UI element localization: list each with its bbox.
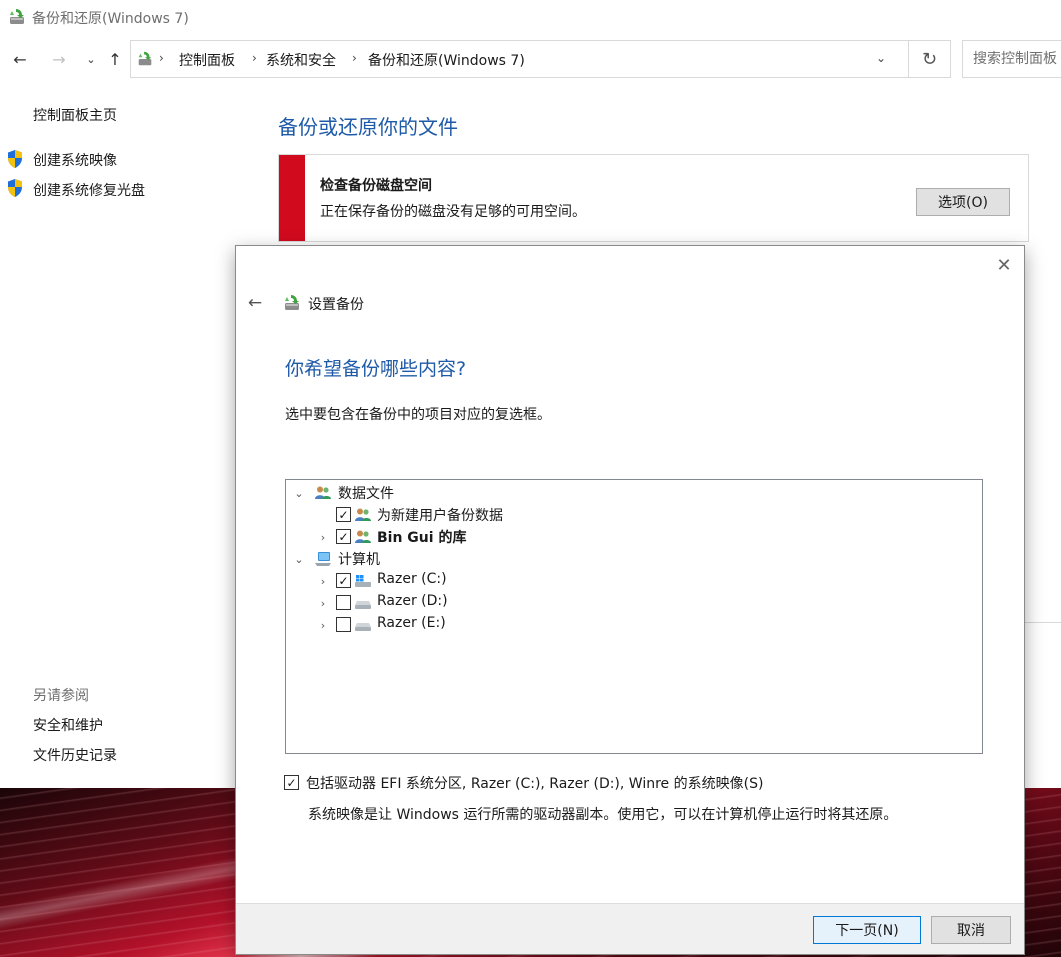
- section-divider: [1024, 622, 1061, 623]
- dialog-instruction: 选中要包含在备份中的项目对应的复选框。: [285, 407, 551, 423]
- search-input[interactable]: [963, 41, 1061, 77]
- close-icon[interactable]: ✕: [993, 254, 1015, 276]
- refresh-icon: ↻: [921, 48, 938, 70]
- chevron-down-icon[interactable]: ⌄: [292, 486, 306, 500]
- system-image-label[interactable]: 包括驱动器 EFI 系统分区, Razer (C:), Razer (D:), …: [306, 773, 763, 793]
- address-dropdown-chevron-icon[interactable]: ⌄: [876, 51, 886, 65]
- file-history-link[interactable]: 文件历史记录: [33, 745, 117, 765]
- tree-node-data-files[interactable]: ⌄ 数据文件: [286, 482, 982, 504]
- recent-locations-chevron-icon[interactable]: ⌄: [80, 48, 102, 70]
- tree-label: Razer (D:): [377, 593, 448, 609]
- cancel-button[interactable]: 取消: [931, 916, 1011, 944]
- tree-node-drive-d[interactable]: › Razer (D:): [286, 592, 982, 614]
- system-image-checkbox[interactable]: ✓: [284, 775, 299, 790]
- page-heading: 备份或还原你的文件: [278, 115, 458, 139]
- chevron-down-icon[interactable]: ⌄: [292, 552, 306, 566]
- forward-arrow-icon[interactable]: →: [48, 48, 70, 70]
- search-box[interactable]: [962, 40, 1061, 78]
- backup-restore-icon: [282, 293, 302, 313]
- create-system-image-link[interactable]: 创建系统映像: [33, 150, 117, 170]
- breadcrumb-control-panel[interactable]: 控制面板: [179, 50, 235, 70]
- checkbox-user-libraries[interactable]: ✓: [336, 529, 351, 544]
- control-panel-icon: [136, 50, 154, 68]
- checkbox-drive-e[interactable]: [336, 617, 351, 632]
- chevron-right-icon[interactable]: ›: [316, 596, 330, 610]
- chevron-right-icon[interactable]: ›: [316, 530, 330, 544]
- tree-node-drive-c[interactable]: › ✓ Razer (C:): [286, 570, 982, 592]
- checkbox-drive-c[interactable]: ✓: [336, 573, 351, 588]
- dialog-heading: 你希望备份哪些内容?: [285, 358, 467, 380]
- create-repair-disc-link[interactable]: 创建系统修复光盘: [33, 180, 145, 200]
- drive-icon: [354, 617, 372, 633]
- computer-icon: [314, 551, 332, 567]
- windows-drive-icon: [354, 573, 372, 589]
- address-bar[interactable]: › 控制面板 › 系统和安全 › 备份和还原(Windows 7) ⌄: [130, 40, 908, 78]
- users-icon: [354, 529, 372, 545]
- tree-label: Bin Gui 的库: [377, 530, 467, 546]
- chevron-right-icon[interactable]: ›: [316, 574, 330, 588]
- breadcrumb-system-security[interactable]: 系统和安全: [266, 50, 336, 70]
- tree-label: Razer (E:): [377, 615, 446, 631]
- alert-message: 正在保存备份的磁盘没有足够的可用空间。: [320, 204, 586, 220]
- checkbox-new-users[interactable]: ✓: [336, 507, 351, 522]
- breadcrumb-separator-icon[interactable]: ›: [159, 51, 164, 65]
- dialog-title: 设置备份: [308, 297, 364, 313]
- window-title: 备份和还原(Windows 7): [32, 11, 189, 27]
- options-button[interactable]: 选项(O): [916, 188, 1010, 216]
- users-icon: [314, 485, 332, 501]
- see-also-heading: 另请参阅: [33, 688, 89, 704]
- breadcrumb-separator-icon[interactable]: ›: [352, 51, 357, 65]
- drive-icon: [354, 595, 372, 611]
- alert-severity-bar: [279, 155, 305, 241]
- uac-shield-icon: [6, 149, 24, 169]
- checkbox-drive-d[interactable]: [336, 595, 351, 610]
- tree-label: 计算机: [338, 552, 380, 568]
- tree-node-computer[interactable]: ⌄ 计算机: [286, 548, 982, 570]
- navigation-bar: ← → ⌄ ↑ › 控制面板 › 系统和安全 › 备份和还原(Windows 7…: [0, 38, 1061, 80]
- tree-node-drive-e[interactable]: › Razer (E:): [286, 614, 982, 636]
- uac-shield-icon: [6, 178, 24, 198]
- refresh-button[interactable]: ↻: [908, 40, 951, 78]
- setup-backup-dialog: ✕ ← 设置备份 你希望备份哪些内容? 选中要包含在备份中的项目对应的复选框。 …: [235, 245, 1025, 955]
- alert-title: 检查备份磁盘空间: [320, 178, 432, 194]
- tree-node-user-libraries[interactable]: › ✓ Bin Gui 的库: [286, 526, 982, 548]
- dialog-footer: 下一页(N) 取消: [236, 903, 1024, 954]
- backup-restore-icon: [7, 7, 27, 27]
- tree-label: 数据文件: [338, 486, 394, 502]
- back-arrow-icon[interactable]: ←: [9, 48, 31, 70]
- system-image-description: 系统映像是让 Windows 运行所需的驱动器副本。使用它，可以在计算机停止运行…: [308, 807, 898, 823]
- disk-space-alert: 检查备份磁盘空间 正在保存备份的磁盘没有足够的可用空间。 选项(O): [278, 154, 1029, 242]
- up-arrow-icon[interactable]: ↑: [104, 48, 126, 70]
- title-bar: 备份和还原(Windows 7): [0, 0, 1061, 34]
- breadcrumb-separator-icon[interactable]: ›: [252, 51, 257, 65]
- breadcrumb-backup-restore[interactable]: 备份和还原(Windows 7): [368, 50, 525, 70]
- tree-label: 为新建用户备份数据: [377, 508, 503, 524]
- control-panel-home-link[interactable]: 控制面板主页: [33, 105, 117, 125]
- sidebar: 控制面板主页 创建系统映像 创建系统修复光盘 另请参阅 安全和维护 文件历史记录: [0, 100, 250, 780]
- chevron-right-icon[interactable]: ›: [316, 618, 330, 632]
- tree-node-new-users[interactable]: ✓ 为新建用户备份数据: [286, 504, 982, 526]
- users-icon: [354, 507, 372, 523]
- tree-label: Razer (C:): [377, 571, 447, 587]
- next-button[interactable]: 下一页(N): [813, 916, 921, 944]
- back-arrow-icon[interactable]: ←: [244, 292, 266, 314]
- security-maintenance-link[interactable]: 安全和维护: [33, 715, 103, 735]
- backup-items-tree: ⌄ 数据文件 ✓ 为新建用户备份数据 › ✓ Bin Gui 的库 ⌄ 计算机 …: [285, 479, 983, 754]
